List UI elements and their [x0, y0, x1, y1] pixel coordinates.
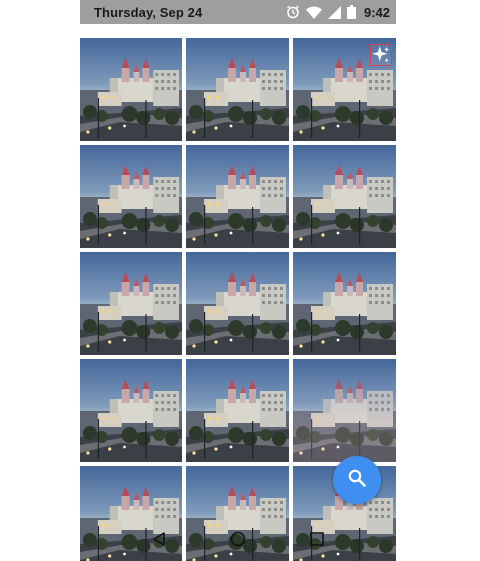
back-icon[interactable] [147, 527, 171, 551]
status-time: 9:42 [363, 4, 390, 20]
battery-icon [346, 5, 356, 19]
sparkle-icon[interactable] [370, 44, 392, 66]
photo-thumbnail[interactable] [80, 359, 182, 462]
photo-thumbnail[interactable] [186, 38, 289, 141]
photo-thumbnail[interactable] [80, 145, 182, 248]
photo-thumbnail[interactable] [293, 252, 396, 355]
photo-thumbnail[interactable] [186, 359, 289, 462]
photo-thumbnail[interactable] [80, 252, 182, 355]
home-icon[interactable] [226, 527, 250, 551]
photo-thumbnail[interactable] [186, 252, 289, 355]
navigation-bar [80, 517, 396, 561]
photo-thumbnail-highlighted[interactable] [293, 38, 396, 141]
status-date: Thursday, Sep 24 [94, 4, 203, 20]
search-icon [347, 468, 367, 493]
signal-icon [327, 5, 341, 19]
photo-thumbnail[interactable] [186, 145, 289, 248]
wifi-icon [305, 6, 322, 19]
photo-thumbnail[interactable] [293, 145, 396, 248]
status-bar: Thursday, Sep 24 9:42 [80, 0, 396, 24]
photo-thumbnail[interactable] [293, 359, 396, 462]
alarm-icon [286, 5, 300, 19]
status-icons: 9:42 [286, 5, 390, 20]
search-fab[interactable] [333, 456, 381, 504]
photo-thumbnail[interactable] [80, 38, 182, 141]
recents-icon[interactable] [305, 527, 329, 551]
phone-screen: Thursday, Sep 24 9:42 [80, 0, 396, 561]
